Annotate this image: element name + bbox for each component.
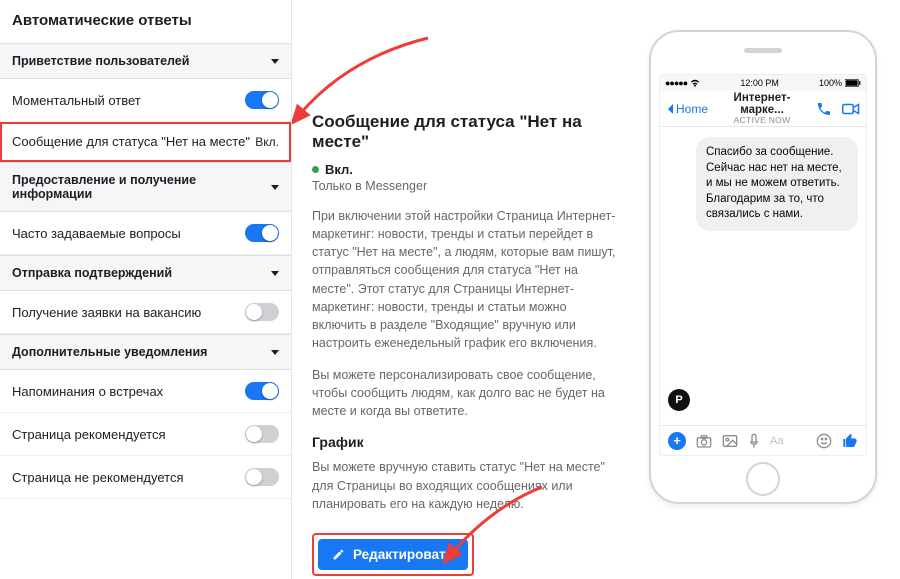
chat-subtitle: active now [712,116,812,125]
preview-column: ●●●●● 12:00 PM 100% Home Интер [642,0,900,579]
section-label: Отправка подтверждений [12,266,172,280]
phone-screen: ●●●●● 12:00 PM 100% Home Интер [659,74,867,456]
toggle[interactable] [245,91,279,109]
description-paragraph-2: Вы можете персонализировать свое сообщен… [312,366,622,420]
battery-icon [845,79,861,87]
edit-button[interactable]: Редактировать [318,539,468,570]
settings-row[interactable]: Часто задаваемые вопросы [0,212,291,255]
signal-icon: ●●●●● [665,78,687,88]
chevron-down-icon [271,350,279,355]
section-header[interactable]: Дополнительные уведомления [0,334,291,370]
row-label: Страница не рекомендуется [12,470,184,485]
messenger-navbar: Home Интернет-марке... active now [660,91,866,127]
section-header[interactable]: Приветствие пользователей [0,43,291,79]
emoji-icon[interactable] [816,433,832,449]
edit-button-label: Редактировать [353,547,454,562]
section-label: Дополнительные уведомления [12,345,207,359]
status-line: Вкл. [312,162,622,177]
phone-statusbar: ●●●●● 12:00 PM 100% [660,75,866,91]
wifi-icon [690,79,700,87]
chevron-down-icon [271,59,279,64]
status-text: Вкл. [325,162,353,177]
toggle[interactable] [245,468,279,486]
settings-row[interactable]: Моментальный ответ [0,79,291,122]
sidebar-title: Автоматические ответы [0,0,291,43]
toggle[interactable] [245,382,279,400]
phone-home-button [746,462,780,496]
settings-row[interactable]: Страница рекомендуется [0,413,291,456]
row-label: Часто задаваемые вопросы [12,226,181,241]
edit-button-highlight: Редактировать [312,533,474,576]
main-panel: Сообщение для статуса "Нет на месте" Вкл… [292,0,642,579]
page-heading: Сообщение для статуса "Нет на месте" [312,112,622,152]
toggle[interactable] [245,303,279,321]
chevron-left-icon [666,103,674,115]
schedule-paragraph: Вы можете вручную ставить статус "Нет на… [312,458,622,512]
image-icon[interactable] [722,434,738,448]
back-label: Home [676,102,708,116]
row-label: Моментальный ответ [12,93,141,108]
statusbar-time: 12:00 PM [740,78,779,88]
like-icon[interactable] [842,433,858,449]
section-header[interactable]: Отправка подтверждений [0,255,291,291]
pencil-icon [332,548,345,561]
row-status: Вкл. [255,135,279,149]
message-bubble: Спасибо за сообщение. Сейчас нас нет на … [696,137,858,231]
sidebar: Автоматические ответы Приветствие пользо… [0,0,292,579]
schedule-heading: График [312,434,622,450]
section-label: Приветствие пользователей [12,54,189,68]
section-header[interactable]: Предоставление и получение информации [0,162,291,212]
row-label: Сообщение для статуса "Нет на месте" [12,134,250,149]
row-label: Страница рекомендуется [12,427,166,442]
mic-icon[interactable] [748,433,760,449]
settings-row[interactable]: Напоминания о встречах [0,370,291,413]
toggle[interactable] [245,425,279,443]
video-icon[interactable] [842,102,860,116]
camera-icon[interactable] [696,434,712,448]
platform-note: Только в Messenger [312,179,622,193]
battery-text: 100% [819,78,842,88]
settings-row[interactable]: Сообщение для статуса "Нет на месте" Вкл. [0,122,291,162]
back-button[interactable]: Home [666,102,708,116]
settings-row[interactable]: Получение заявки на вакансию [0,291,291,334]
composer-placeholder[interactable]: Aa [770,435,806,447]
add-icon[interactable]: + [668,432,686,450]
section-label: Предоставление и получение информации [12,173,271,201]
row-label: Напоминания о встречах [12,384,163,399]
settings-row[interactable]: Страница не рекомендуется [0,456,291,499]
composer: + Aa [660,425,866,455]
phone-mockup: ●●●●● 12:00 PM 100% Home Интер [649,30,877,504]
phone-speaker [744,48,782,53]
chat-title: Интернет-марке... [712,92,812,116]
chevron-down-icon [271,185,279,190]
avatar: P [668,389,690,411]
toggle[interactable] [245,224,279,242]
chevron-down-icon [271,271,279,276]
call-icon[interactable] [816,101,832,117]
description-paragraph-1: При включении этой настройки Страница Ин… [312,207,622,352]
chat-body: P Спасибо за сообщение. Сейчас нас нет н… [660,127,866,425]
status-dot-icon [312,166,319,173]
row-label: Получение заявки на вакансию [12,305,201,320]
